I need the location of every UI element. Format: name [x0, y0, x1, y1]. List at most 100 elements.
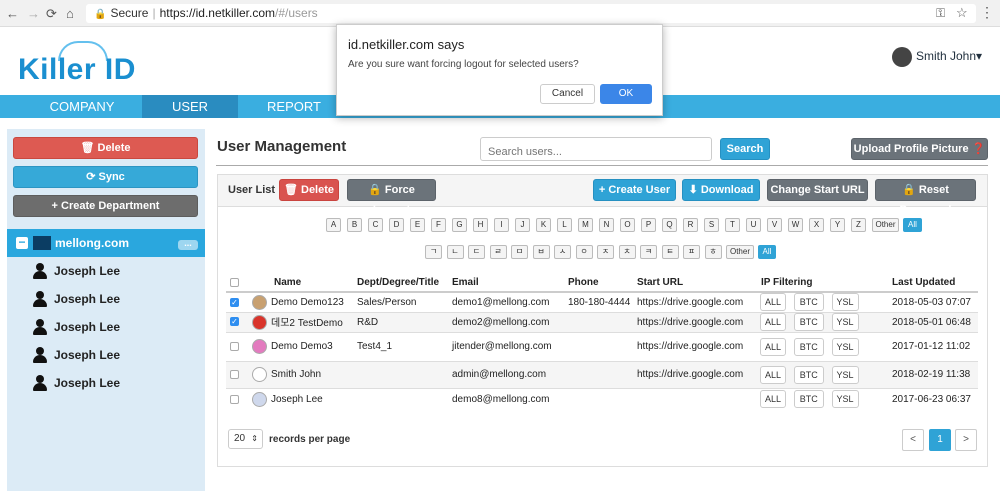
tree-item-user[interactable]: Joseph Lee [7, 369, 205, 397]
table-row[interactable]: Joseph Lee demo8@mellong.com ALL BTC YSL 20… [226, 387, 978, 410]
search-input[interactable] [480, 137, 712, 161]
ip-ysl-button[interactable]: YSL [831, 337, 859, 356]
sidebar-delete-button[interactable]: 🗑 Delete [13, 137, 198, 159]
reset-password-button[interactable]: 🔒 Reset Password [875, 179, 976, 216]
sync-button[interactable]: ⟳ Sync [13, 166, 198, 188]
prev-page-button[interactable]: < [902, 429, 924, 451]
ip-btc-button[interactable]: BTC [793, 337, 824, 356]
filter-letter[interactable]: C [368, 218, 383, 232]
search-button[interactable]: Search [720, 138, 770, 160]
tree-item-user[interactable]: Joseph Lee [7, 313, 205, 341]
logo[interactable]: Killer ID [18, 53, 136, 87]
key-icon[interactable]: ⚿ [936, 6, 945, 21]
filter-letter[interactable]: M [578, 218, 593, 232]
address-bar[interactable]: 🔒 Secure | https://id.netkiller.com/#/users [86, 4, 976, 23]
filter-letter[interactable]: D [389, 218, 404, 232]
ip-all-button[interactable]: ALL [760, 365, 786, 384]
tree-item-user[interactable]: Joseph Lee [7, 285, 205, 313]
filter-letter[interactable]: F [431, 218, 446, 232]
next-page-button[interactable]: > [955, 429, 977, 451]
ip-all-button[interactable]: ALL [760, 337, 786, 356]
filter-letter[interactable]: H [473, 218, 488, 232]
change-start-url-button[interactable]: Change Start URL [767, 179, 868, 201]
cancel-button[interactable]: Cancel [540, 84, 595, 104]
tree-root-item[interactable]: − mellong.com ... [7, 229, 205, 257]
home-icon[interactable]: ⌂ [66, 6, 74, 21]
create-department-button[interactable]: + Create Department [13, 195, 198, 217]
filter-letter[interactable]: S [704, 218, 719, 232]
ip-all-button[interactable]: ALL [760, 313, 786, 331]
filter-letter[interactable]: B [347, 218, 362, 232]
reload-icon[interactable]: ⟳ [46, 6, 57, 22]
row-checkbox[interactable]: ✓ [230, 317, 239, 327]
ok-button[interactable]: OK [600, 84, 652, 104]
filter-korean-letter[interactable]: ㄹ [489, 245, 507, 259]
force-logout-button[interactable]: 🔒 Force Logout [347, 179, 436, 216]
records-per-page-select[interactable]: 20 ⇕ [228, 429, 263, 449]
ip-ysl-button[interactable]: YSL [831, 313, 859, 331]
filter-letter[interactable]: K [536, 218, 551, 232]
filter-letter[interactable]: T [725, 218, 740, 232]
back-icon[interactable]: ← [6, 6, 19, 21]
ip-btc-button[interactable]: BTC [793, 313, 824, 331]
filter-letter[interactable]: All [903, 218, 922, 232]
filter-korean-letter[interactable]: ㅁ [511, 245, 528, 259]
ip-all-button[interactable]: ALL [760, 293, 786, 312]
filter-letter[interactable]: Other [872, 218, 899, 232]
filter-letter[interactable]: R [683, 218, 698, 232]
table-row[interactable]: ✓ 데모2 TestDemo R&D demo2@mellong.com https:/… [226, 311, 978, 332]
filter-letter[interactable]: E [410, 218, 425, 232]
filter-letter[interactable]: N [599, 218, 614, 232]
collapse-icon[interactable]: − [16, 236, 28, 249]
filter-letter[interactable]: G [452, 218, 467, 232]
ip-ysl-button[interactable]: YSL [831, 390, 859, 409]
filter-korean-letter[interactable]: ㅌ [661, 245, 679, 259]
row-checkbox[interactable]: ✓ [230, 297, 239, 307]
ip-btc-button[interactable]: BTC [793, 293, 824, 312]
filter-letter[interactable]: J [515, 218, 530, 232]
filter-letter[interactable]: L [557, 218, 572, 232]
user-menu[interactable]: Smith John▾ [892, 47, 982, 67]
filter-korean-letter[interactable]: ㅎ [704, 245, 722, 259]
filter-korean-letter[interactable]: ㅋ [640, 245, 657, 259]
filter-letter[interactable]: I [494, 218, 509, 232]
tab-company[interactable]: COMPANY [36, 95, 128, 118]
filter-letter[interactable]: Y [830, 218, 845, 232]
filter-korean-letter[interactable]: ㄷ [468, 245, 485, 259]
row-checkbox[interactable] [230, 394, 239, 404]
row-checkbox[interactable] [230, 369, 239, 379]
browser-menu-icon[interactable]: ⋮ [980, 4, 994, 21]
filter-letter[interactable]: O [620, 218, 635, 232]
table-row[interactable]: ✓ Demo Demo123 Sales/Person demo1@mellong.c… [226, 291, 978, 312]
filter-korean-letter[interactable]: ㅈ [597, 245, 614, 259]
filter-korean-letter[interactable]: ㅊ [618, 245, 636, 259]
filter-letter[interactable]: Z [851, 218, 866, 232]
ip-btc-button[interactable]: BTC [793, 365, 824, 384]
table-row[interactable]: Smith John admin@mellong.com https://drive… [226, 360, 978, 388]
delete-users-button[interactable]: 🗑 Delete [279, 179, 339, 201]
ip-btc-button[interactable]: BTC [793, 390, 824, 409]
select-all-checkbox[interactable] [230, 277, 239, 287]
upload-profile-picture-button[interactable]: Upload Profile Picture ❓ [851, 138, 988, 160]
create-user-button[interactable]: + Create User [593, 179, 676, 201]
tree-item-user[interactable]: Joseph Lee [7, 341, 205, 369]
filter-korean-letter[interactable]: ㅂ [532, 245, 550, 259]
ip-ysl-button[interactable]: YSL [831, 293, 859, 312]
filter-letter[interactable]: W [788, 218, 803, 232]
ip-all-button[interactable]: ALL [760, 390, 786, 409]
filter-korean-letter[interactable]: ㄴ [446, 245, 464, 259]
filter-letter[interactable]: V [767, 218, 782, 232]
filter-korean-letter[interactable]: Other [726, 245, 754, 259]
page-1-button[interactable]: 1 [929, 429, 951, 451]
filter-letter[interactable]: A [326, 218, 341, 232]
download-button[interactable]: ⬇ Download [682, 179, 760, 201]
filter-korean-letter[interactable]: ㅇ [575, 245, 593, 259]
bookmark-star-icon[interactable]: ☆ [956, 5, 968, 21]
filter-letter[interactable]: X [809, 218, 824, 232]
filter-korean-letter[interactable]: ㅍ [683, 245, 700, 259]
filter-letter[interactable]: Q [662, 218, 677, 232]
filter-letter[interactable]: P [641, 218, 656, 232]
filter-letter[interactable]: U [746, 218, 761, 232]
ip-ysl-button[interactable]: YSL [831, 365, 859, 384]
filter-korean-letter[interactable]: ㅅ [554, 245, 571, 259]
